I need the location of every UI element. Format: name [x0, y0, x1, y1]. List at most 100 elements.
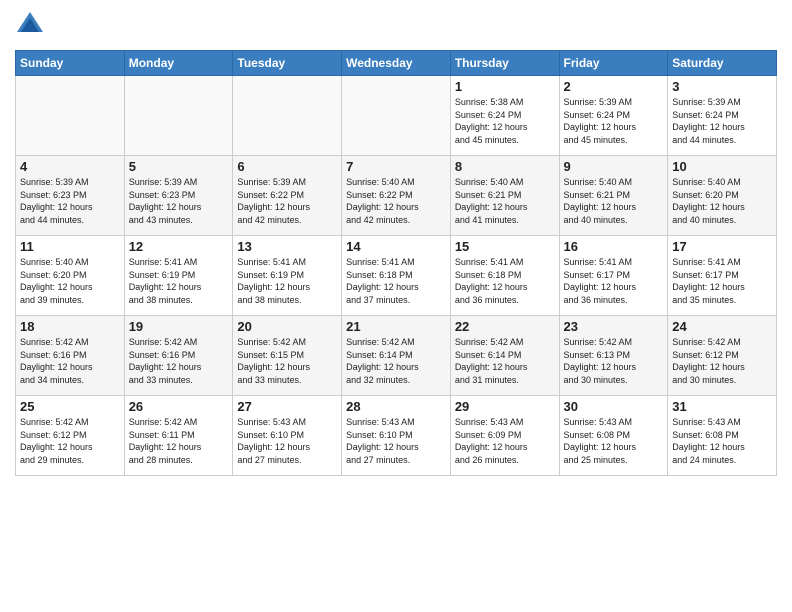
header-thursday: Thursday	[450, 51, 559, 76]
header-tuesday: Tuesday	[233, 51, 342, 76]
calendar-cell: 12 Sunrise: 5:41 AM Sunset: 6:19 PM Dayli…	[124, 236, 233, 316]
calendar-table: SundayMondayTuesdayWednesdayThursdayFrid…	[15, 50, 777, 476]
day-info: Sunrise: 5:40 AM Sunset: 6:21 PM Dayligh…	[455, 176, 555, 226]
week-row-3: 18 Sunrise: 5:42 AM Sunset: 6:16 PM Dayli…	[16, 316, 777, 396]
page-header	[15, 10, 777, 40]
day-number: 17	[672, 239, 772, 254]
day-number: 4	[20, 159, 120, 174]
day-number: 6	[237, 159, 337, 174]
week-row-1: 4 Sunrise: 5:39 AM Sunset: 6:23 PM Daylig…	[16, 156, 777, 236]
day-number: 19	[129, 319, 229, 334]
calendar-cell	[16, 76, 125, 156]
calendar-cell	[342, 76, 451, 156]
day-info: Sunrise: 5:42 AM Sunset: 6:13 PM Dayligh…	[564, 336, 664, 386]
calendar-cell: 11 Sunrise: 5:40 AM Sunset: 6:20 PM Dayli…	[16, 236, 125, 316]
calendar-cell: 4 Sunrise: 5:39 AM Sunset: 6:23 PM Daylig…	[16, 156, 125, 236]
day-number: 27	[237, 399, 337, 414]
day-number: 25	[20, 399, 120, 414]
day-info: Sunrise: 5:39 AM Sunset: 6:24 PM Dayligh…	[672, 96, 772, 146]
day-info: Sunrise: 5:41 AM Sunset: 6:18 PM Dayligh…	[346, 256, 446, 306]
day-info: Sunrise: 5:39 AM Sunset: 6:23 PM Dayligh…	[20, 176, 120, 226]
day-number: 21	[346, 319, 446, 334]
calendar-cell: 7Sunrise: 5:40 AM Sunset: 6:22 PM Daylig…	[342, 156, 451, 236]
day-number: 23	[564, 319, 664, 334]
day-info: Sunrise: 5:42 AM Sunset: 6:16 PM Dayligh…	[20, 336, 120, 386]
calendar-cell: 1Sunrise: 5:38 AM Sunset: 6:24 PM Daylig…	[450, 76, 559, 156]
day-info: Sunrise: 5:42 AM Sunset: 6:11 PM Dayligh…	[129, 416, 229, 466]
calendar-cell: 15 Sunrise: 5:41 AM Sunset: 6:18 PM Dayli…	[450, 236, 559, 316]
calendar-cell: 14 Sunrise: 5:41 AM Sunset: 6:18 PM Dayli…	[342, 236, 451, 316]
day-info: Sunrise: 5:43 AM Sunset: 6:08 PM Dayligh…	[564, 416, 664, 466]
calendar-cell: 23 Sunrise: 5:42 AM Sunset: 6:13 PM Dayli…	[559, 316, 668, 396]
calendar-cell: 2 Sunrise: 5:39 AM Sunset: 6:24 PM Daylig…	[559, 76, 668, 156]
day-number: 1	[455, 79, 555, 94]
calendar-cell: 26Sunrise: 5:42 AM Sunset: 6:11 PM Dayli…	[124, 396, 233, 476]
day-info: Sunrise: 5:42 AM Sunset: 6:15 PM Dayligh…	[237, 336, 337, 386]
header-wednesday: Wednesday	[342, 51, 451, 76]
day-info: Sunrise: 5:43 AM Sunset: 6:10 PM Dayligh…	[237, 416, 337, 466]
header-sunday: Sunday	[16, 51, 125, 76]
day-info: Sunrise: 5:41 AM Sunset: 6:19 PM Dayligh…	[237, 256, 337, 306]
day-number: 2	[564, 79, 664, 94]
day-number: 28	[346, 399, 446, 414]
day-number: 14	[346, 239, 446, 254]
calendar-cell: 31Sunrise: 5:43 AM Sunset: 6:08 PM Dayli…	[668, 396, 777, 476]
day-info: Sunrise: 5:42 AM Sunset: 6:16 PM Dayligh…	[129, 336, 229, 386]
calendar-cell: 19 Sunrise: 5:42 AM Sunset: 6:16 PM Dayli…	[124, 316, 233, 396]
day-number: 20	[237, 319, 337, 334]
calendar-cell: 5Sunrise: 5:39 AM Sunset: 6:23 PM Daylig…	[124, 156, 233, 236]
calendar-cell: 24Sunrise: 5:42 AM Sunset: 6:12 PM Dayli…	[668, 316, 777, 396]
day-info: Sunrise: 5:40 AM Sunset: 6:20 PM Dayligh…	[672, 176, 772, 226]
day-info: Sunrise: 5:40 AM Sunset: 6:20 PM Dayligh…	[20, 256, 120, 306]
day-info: Sunrise: 5:39 AM Sunset: 6:24 PM Dayligh…	[564, 96, 664, 146]
calendar-cell: 28 Sunrise: 5:43 AM Sunset: 6:10 PM Dayli…	[342, 396, 451, 476]
header-row: SundayMondayTuesdayWednesdayThursdayFrid…	[16, 51, 777, 76]
calendar-cell: 10 Sunrise: 5:40 AM Sunset: 6:20 PM Dayli…	[668, 156, 777, 236]
calendar-cell: 17 Sunrise: 5:41 AM Sunset: 6:17 PM Dayli…	[668, 236, 777, 316]
day-info: Sunrise: 5:42 AM Sunset: 6:14 PM Dayligh…	[455, 336, 555, 386]
day-info: Sunrise: 5:43 AM Sunset: 6:09 PM Dayligh…	[455, 416, 555, 466]
day-number: 7	[346, 159, 446, 174]
day-number: 3	[672, 79, 772, 94]
day-info: Sunrise: 5:41 AM Sunset: 6:17 PM Dayligh…	[564, 256, 664, 306]
calendar-cell: 8 Sunrise: 5:40 AM Sunset: 6:21 PM Daylig…	[450, 156, 559, 236]
calendar-cell: 21 Sunrise: 5:42 AM Sunset: 6:14 PM Dayli…	[342, 316, 451, 396]
day-number: 16	[564, 239, 664, 254]
header-monday: Monday	[124, 51, 233, 76]
calendar-cell: 29 Sunrise: 5:43 AM Sunset: 6:09 PM Dayli…	[450, 396, 559, 476]
day-info: Sunrise: 5:41 AM Sunset: 6:17 PM Dayligh…	[672, 256, 772, 306]
calendar-cell: 18 Sunrise: 5:42 AM Sunset: 6:16 PM Dayli…	[16, 316, 125, 396]
day-number: 15	[455, 239, 555, 254]
calendar-cell: 27 Sunrise: 5:43 AM Sunset: 6:10 PM Dayli…	[233, 396, 342, 476]
day-info: Sunrise: 5:43 AM Sunset: 6:10 PM Dayligh…	[346, 416, 446, 466]
day-number: 10	[672, 159, 772, 174]
day-info: Sunrise: 5:41 AM Sunset: 6:18 PM Dayligh…	[455, 256, 555, 306]
calendar-cell: 22 Sunrise: 5:42 AM Sunset: 6:14 PM Dayli…	[450, 316, 559, 396]
calendar-cell: 16 Sunrise: 5:41 AM Sunset: 6:17 PM Dayli…	[559, 236, 668, 316]
day-number: 11	[20, 239, 120, 254]
day-number: 12	[129, 239, 229, 254]
week-row-4: 25 Sunrise: 5:42 AM Sunset: 6:12 PM Dayli…	[16, 396, 777, 476]
day-number: 22	[455, 319, 555, 334]
week-row-2: 11 Sunrise: 5:40 AM Sunset: 6:20 PM Dayli…	[16, 236, 777, 316]
day-info: Sunrise: 5:42 AM Sunset: 6:12 PM Dayligh…	[20, 416, 120, 466]
header-friday: Friday	[559, 51, 668, 76]
day-number: 9	[564, 159, 664, 174]
day-info: Sunrise: 5:39 AM Sunset: 6:22 PM Dayligh…	[237, 176, 337, 226]
logo	[15, 10, 49, 40]
day-info: Sunrise: 5:41 AM Sunset: 6:19 PM Dayligh…	[129, 256, 229, 306]
week-row-0: 1Sunrise: 5:38 AM Sunset: 6:24 PM Daylig…	[16, 76, 777, 156]
header-saturday: Saturday	[668, 51, 777, 76]
day-number: 13	[237, 239, 337, 254]
day-info: Sunrise: 5:42 AM Sunset: 6:14 PM Dayligh…	[346, 336, 446, 386]
calendar-cell: 6 Sunrise: 5:39 AM Sunset: 6:22 PM Daylig…	[233, 156, 342, 236]
day-number: 8	[455, 159, 555, 174]
calendar-cell	[233, 76, 342, 156]
day-number: 18	[20, 319, 120, 334]
calendar-cell: 13 Sunrise: 5:41 AM Sunset: 6:19 PM Dayli…	[233, 236, 342, 316]
day-info: Sunrise: 5:42 AM Sunset: 6:12 PM Dayligh…	[672, 336, 772, 386]
calendar-cell: 30Sunrise: 5:43 AM Sunset: 6:08 PM Dayli…	[559, 396, 668, 476]
calendar-cell: 9Sunrise: 5:40 AM Sunset: 6:21 PM Daylig…	[559, 156, 668, 236]
day-number: 5	[129, 159, 229, 174]
day-number: 29	[455, 399, 555, 414]
